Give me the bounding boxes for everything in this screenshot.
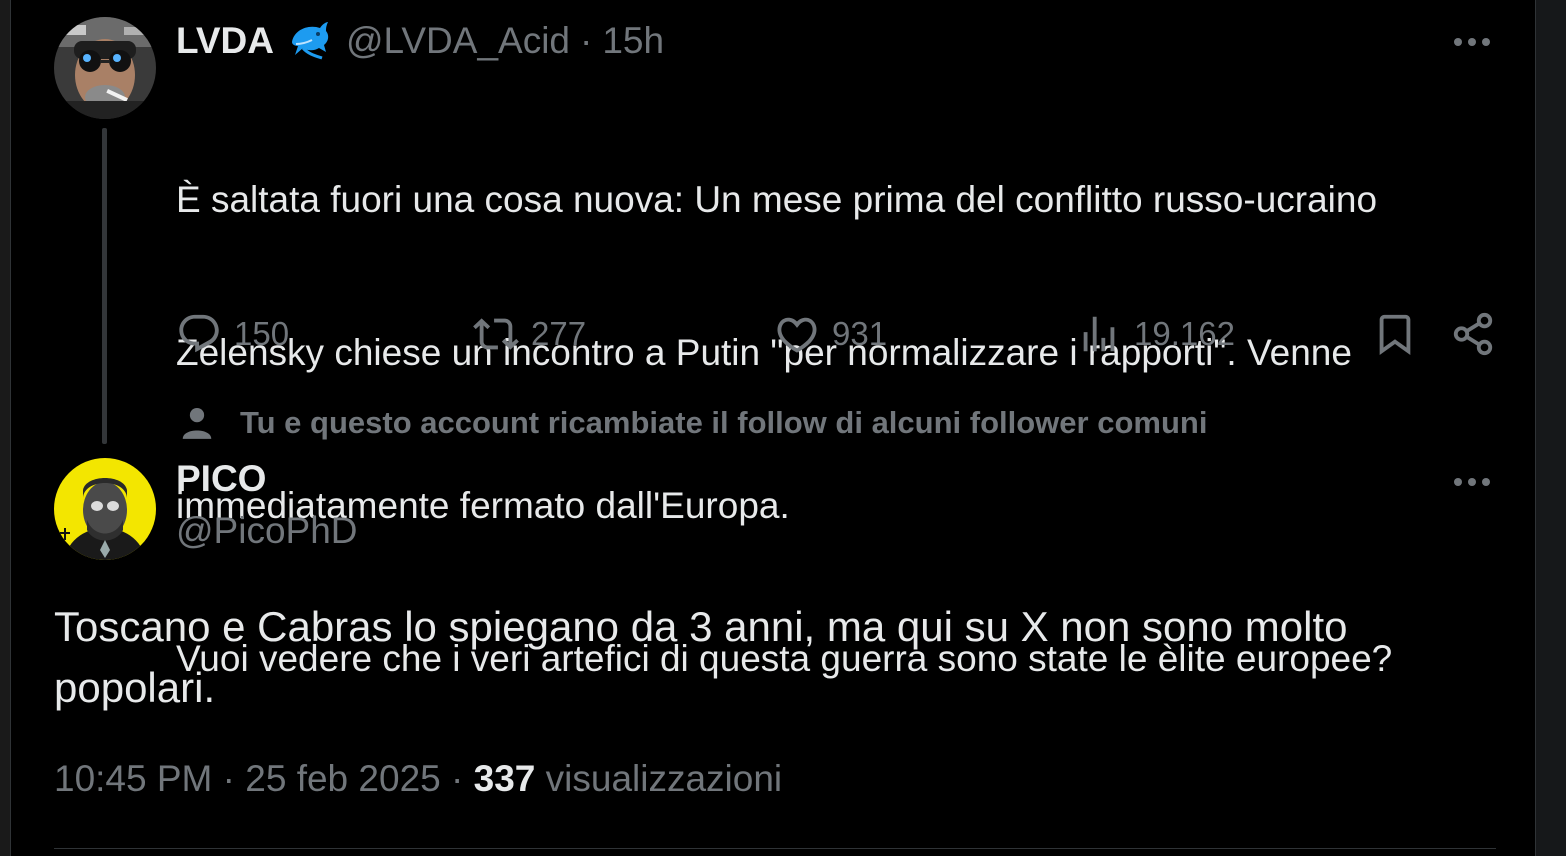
views-button[interactable]: 19.162 [1076, 306, 1235, 362]
right-scrollbar-track[interactable] [1535, 0, 1566, 856]
parent-handle[interactable]: @LVDA_Acid [346, 20, 570, 62]
reply-count: 150 [234, 315, 290, 352]
like-button[interactable]: 931 [774, 306, 887, 362]
divider [54, 848, 1496, 849]
reply-icon [179, 314, 219, 353]
more-dots-icon [1454, 38, 1490, 46]
person-icon [182, 407, 212, 439]
tweet-thread-view: LVDA @LVDA_Acid · 15h È saltata fuori un… [0, 0, 1566, 856]
avatar-lvda[interactable] [54, 17, 156, 119]
reply-text-line: popolari. [54, 664, 216, 711]
reply-display-name[interactable]: PICO [176, 458, 266, 500]
like-count: 931 [832, 315, 888, 352]
analytics-icon [1083, 316, 1115, 352]
left-window-edge [0, 0, 11, 856]
parent-text-line: immediatamente fermato dall'Europa. [176, 485, 790, 526]
more-dots-icon [1454, 478, 1490, 486]
dolphin-icon [286, 18, 332, 64]
reply-views-label: visualizzazioni [545, 758, 783, 799]
share-icon [1453, 312, 1493, 356]
mutual-followers-text: Tu e questo account ricambiate il follow… [240, 405, 1208, 440]
reply-views-count[interactable]: 337 [474, 758, 536, 799]
parent-action-bar: 150 277 931 19.162 [176, 306, 1496, 362]
thread-connector-line [102, 128, 107, 444]
parent-timestamp[interactable]: 15h [602, 20, 664, 62]
reply-button[interactable]: 150 [176, 306, 289, 362]
mutual-followers-note: Tu e questo account ricambiate il follow… [178, 404, 1207, 442]
parent-text-line: È saltata fuori una cosa nuova: Un mese … [176, 179, 1378, 220]
reply-date[interactable]: 25 feb 2025 [245, 758, 440, 799]
reply-handle[interactable]: @PicoPhD [176, 510, 358, 552]
reply-meta-row: 10:45 PM · 25 feb 2025 · 337 visualizzaz… [54, 758, 782, 800]
meta-separator: · [451, 758, 464, 799]
bookmark-button[interactable] [1372, 306, 1430, 362]
meta-separator: · [222, 758, 235, 799]
share-button[interactable] [1450, 306, 1508, 362]
reply-tweet-text: Toscano e Cabras lo spiegano da 3 anni, … [54, 596, 1474, 718]
views-count: 19.162 [1134, 315, 1235, 352]
heart-icon [777, 317, 817, 353]
repost-icon [473, 318, 519, 350]
repost-button[interactable]: 277 [473, 306, 586, 362]
reply-text-line: Toscano e Cabras lo spiegano da 3 anni, … [54, 603, 1348, 650]
parent-display-name[interactable]: LVDA [176, 20, 274, 62]
avatar-pico[interactable] [54, 458, 156, 560]
more-options-button[interactable] [1452, 22, 1492, 62]
parent-tweet-header: LVDA @LVDA_Acid · 15h [176, 18, 664, 64]
header-separator: · [580, 20, 593, 61]
reply-more-options-button[interactable] [1452, 462, 1492, 502]
bookmark-icon [1379, 314, 1411, 355]
reply-time[interactable]: 10:45 PM [54, 758, 212, 799]
repost-count: 277 [531, 315, 587, 352]
